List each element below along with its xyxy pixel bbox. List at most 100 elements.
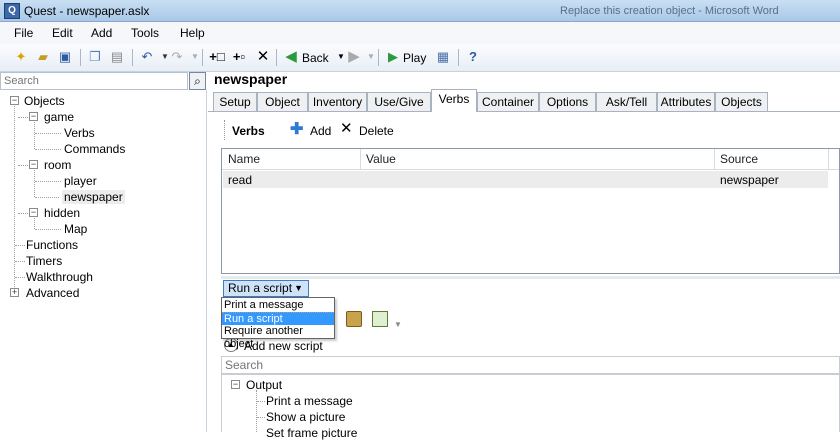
tree-connector bbox=[35, 197, 59, 198]
tree-node-walkthrough[interactable]: Walkthrough bbox=[26, 270, 93, 284]
toolbar-separator bbox=[458, 49, 459, 66]
tree-connector bbox=[34, 122, 35, 149]
script-type-dropdown[interactable]: Run a script ▼ bbox=[223, 280, 309, 297]
play-button[interactable]: Play bbox=[403, 51, 426, 65]
tree-node-verbs[interactable]: Verbs bbox=[64, 126, 95, 140]
tree-connector bbox=[14, 106, 15, 293]
paste-icon[interactable]: ▤ bbox=[108, 48, 126, 66]
tab-objects[interactable]: Objects bbox=[715, 92, 768, 111]
back-button[interactable]: Back bbox=[302, 51, 329, 65]
forward-icon[interactable]: ▶ bbox=[345, 48, 363, 66]
menu-option-print-message[interactable]: Print a message bbox=[222, 299, 334, 312]
save-icon[interactable]: ▣ bbox=[56, 48, 74, 66]
tab-ask-tell[interactable]: Ask/Tell bbox=[596, 92, 657, 111]
redo-icon[interactable]: ↷ bbox=[168, 48, 186, 66]
play-icon[interactable]: ▶ bbox=[384, 48, 402, 66]
tab-attributes[interactable]: Attributes bbox=[657, 92, 715, 111]
close-icon[interactable]: ✕ bbox=[340, 121, 353, 137]
collapse-icon[interactable]: − bbox=[29, 208, 38, 217]
script-item[interactable]: Set frame picture bbox=[266, 426, 357, 440]
tree-node-advanced[interactable]: Advanced bbox=[26, 286, 79, 300]
column-header-value[interactable]: Value bbox=[366, 152, 396, 166]
menu-add[interactable]: Add bbox=[91, 26, 112, 40]
script-item[interactable]: Show a picture bbox=[266, 410, 345, 424]
script-item[interactable]: Print a message bbox=[266, 394, 353, 408]
delete-verb-button[interactable]: Delete bbox=[359, 124, 394, 138]
help-icon[interactable]: ? bbox=[464, 48, 482, 66]
toolbar-separator bbox=[132, 49, 133, 66]
tree-node-hidden[interactable]: hidden bbox=[44, 206, 80, 220]
app-icon: Q bbox=[4, 3, 20, 19]
column-header-name[interactable]: Name bbox=[228, 152, 260, 166]
cell-source: newspaper bbox=[720, 173, 779, 187]
object-name-title: newspaper bbox=[214, 71, 288, 87]
tree-node-room[interactable]: room bbox=[44, 158, 71, 172]
tab-verbs[interactable]: Verbs bbox=[431, 89, 477, 112]
script-category-output[interactable]: Output bbox=[246, 378, 282, 392]
tree-connector bbox=[15, 245, 25, 246]
open-folder-icon[interactable]: ▰ bbox=[34, 48, 52, 66]
search-icon[interactable]: ⌕ bbox=[189, 72, 206, 90]
tree-node-functions[interactable]: Functions bbox=[26, 238, 78, 252]
chevron-down-icon[interactable]: ▼ bbox=[394, 320, 404, 329]
back-icon[interactable]: ◀ bbox=[282, 48, 300, 66]
script-type-label: Run a script bbox=[228, 281, 293, 295]
tab-options[interactable]: Options bbox=[539, 92, 596, 111]
tree-connector bbox=[257, 417, 265, 418]
tab-object[interactable]: Object bbox=[257, 92, 308, 111]
new-file-icon[interactable]: ✦ bbox=[12, 48, 30, 66]
collapse-icon[interactable]: − bbox=[29, 160, 38, 169]
cell-name: read bbox=[228, 173, 253, 187]
tree-node-game[interactable]: game bbox=[44, 110, 74, 124]
menu-file[interactable]: File bbox=[14, 26, 33, 40]
tree-node-objects[interactable]: Objects bbox=[24, 94, 65, 108]
tree-connector bbox=[35, 149, 61, 150]
toolbar-separator bbox=[80, 49, 81, 66]
column-divider bbox=[714, 149, 715, 169]
code-view-icon[interactable] bbox=[372, 311, 388, 327]
toolbar-separator bbox=[202, 49, 203, 66]
paste-script-icon[interactable] bbox=[346, 311, 362, 327]
expand-icon[interactable]: + bbox=[10, 288, 19, 297]
add-new-script-label[interactable]: Add new script bbox=[244, 339, 323, 353]
tree-connector bbox=[35, 229, 61, 230]
tree-node-player[interactable]: player bbox=[64, 174, 97, 188]
window-title: Quest - newspaper.aslx bbox=[24, 4, 150, 18]
column-header-source[interactable]: Source bbox=[720, 152, 758, 166]
code-view-icon[interactable]: ▦ bbox=[434, 48, 452, 66]
add-object-icon[interactable]: +□ bbox=[208, 48, 226, 66]
delete-icon[interactable]: ✕ bbox=[254, 48, 272, 66]
splitter[interactable] bbox=[221, 276, 840, 279]
tab-setup[interactable]: Setup bbox=[213, 92, 257, 111]
menu-help[interactable]: Help bbox=[180, 26, 205, 40]
tree-connector bbox=[257, 401, 265, 402]
tree-node-commands[interactable]: Commands bbox=[64, 142, 125, 156]
tab-divider bbox=[208, 111, 840, 112]
tree-connector bbox=[34, 218, 35, 229]
tree-connector bbox=[18, 165, 28, 166]
tree-connector bbox=[18, 117, 28, 118]
tree-node-newspaper[interactable]: newspaper bbox=[62, 190, 125, 204]
add-room-icon[interactable]: +▫ bbox=[230, 48, 248, 66]
add-verb-button[interactable]: Add bbox=[310, 124, 331, 138]
menu-option-require-object[interactable]: Require another object bbox=[222, 325, 334, 350]
tab-container[interactable]: Container bbox=[477, 92, 539, 111]
tab-use-give[interactable]: Use/Give bbox=[367, 92, 431, 111]
collapse-icon[interactable]: − bbox=[231, 380, 240, 389]
undo-icon[interactable]: ↶ bbox=[138, 48, 156, 66]
plus-icon[interactable]: ✚ bbox=[290, 122, 306, 138]
copy-icon[interactable]: ❐ bbox=[86, 48, 104, 66]
tab-inventory[interactable]: Inventory bbox=[308, 92, 367, 111]
tree-node-map[interactable]: Map bbox=[64, 222, 87, 236]
menu-bar bbox=[0, 22, 840, 44]
menu-option-run-script[interactable]: Run a script bbox=[222, 312, 334, 325]
script-search-input[interactable] bbox=[221, 356, 840, 374]
tree-connector bbox=[15, 277, 25, 278]
collapse-icon[interactable]: − bbox=[10, 96, 19, 105]
tree-node-timers[interactable]: Timers bbox=[26, 254, 62, 268]
header-divider bbox=[222, 169, 839, 170]
tree-search-input[interactable] bbox=[0, 72, 188, 90]
collapse-icon[interactable]: − bbox=[29, 112, 38, 121]
menu-edit[interactable]: Edit bbox=[52, 26, 73, 40]
menu-tools[interactable]: Tools bbox=[131, 26, 159, 40]
